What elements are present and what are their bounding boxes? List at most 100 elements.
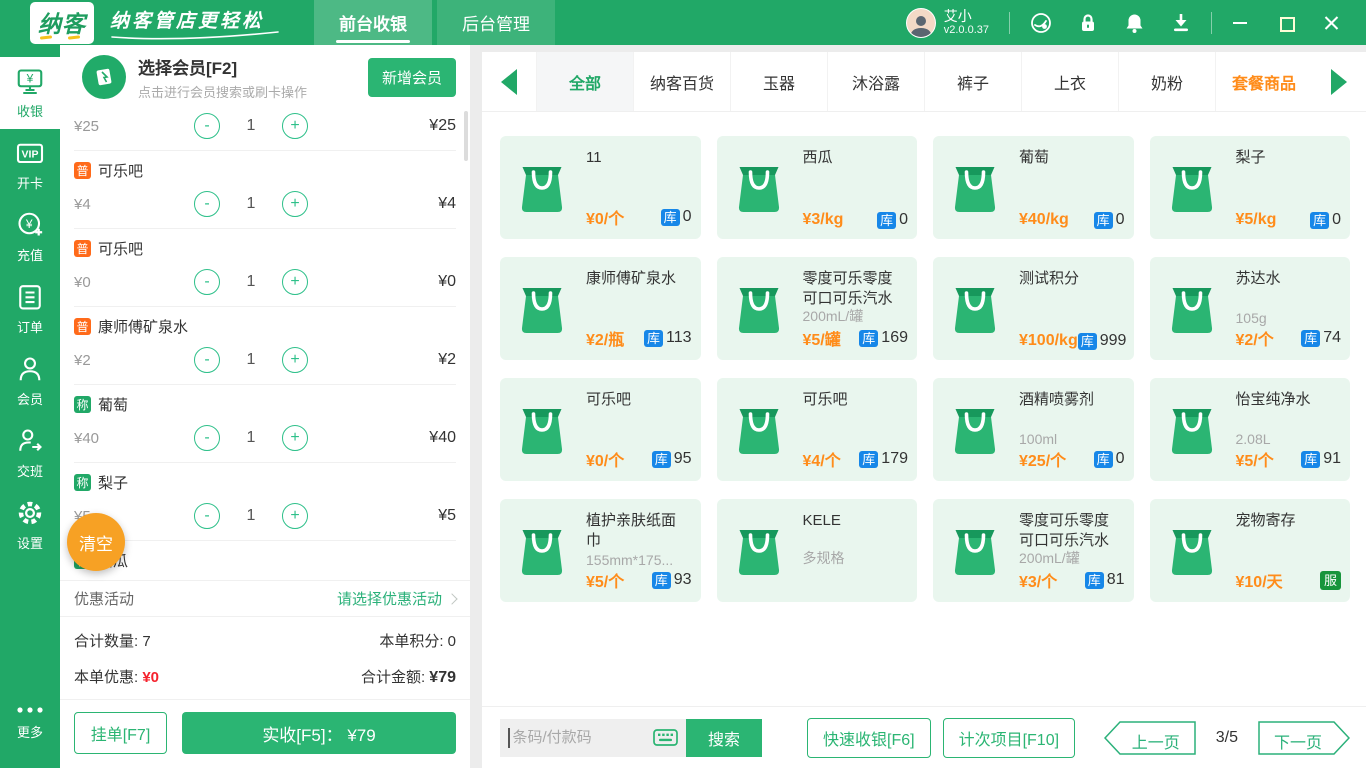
product-card[interactable]: 测试积分 ¥100/kg库999 (933, 257, 1134, 360)
category-tab[interactable]: 上衣 (1021, 52, 1118, 111)
qty-value: 1 (244, 117, 258, 135)
product-card[interactable]: 零度可乐零度可口可乐汽水 200mL/罐 ¥3/个库81 (933, 499, 1134, 602)
category-next-arrow[interactable] (1312, 52, 1366, 111)
logo-accent (68, 35, 80, 39)
product-card[interactable]: 苏达水 105g ¥2/个库74 (1150, 257, 1351, 360)
sidebar-item-open-card[interactable]: VIP 开卡 (0, 129, 60, 201)
qty-minus-button[interactable]: - (194, 269, 220, 295)
product-card[interactable]: 可乐吧 ¥0/个库95 (500, 378, 701, 481)
item-total: ¥0 (438, 273, 456, 291)
category-prev-arrow[interactable] (482, 52, 536, 111)
product-name: 宠物寄存 (1236, 511, 1341, 531)
qty-plus-button[interactable]: + (282, 269, 308, 295)
product-card[interactable]: 梨子 ¥5/kg库0 (1150, 136, 1351, 239)
stock-count: 91 (1323, 450, 1341, 468)
category-tab[interactable]: 裤子 (924, 52, 1021, 111)
category-tab[interactable]: 纳客百货 (633, 52, 730, 111)
stock-count: 113 (666, 329, 692, 347)
service-badge: 服 (1320, 571, 1341, 590)
pay-button[interactable]: 实收[F5]： ¥79 (182, 712, 456, 754)
qty-plus-button[interactable]: + (282, 503, 308, 529)
product-card[interactable]: 葡萄 ¥40/kg库0 (933, 136, 1134, 239)
category-tab[interactable]: 沐浴露 (827, 52, 924, 111)
lock-icon[interactable] (1078, 12, 1098, 34)
qty-minus-button[interactable]: - (194, 113, 220, 139)
promo-label: 优惠活动 (74, 588, 134, 609)
item-type-badge: 普 (74, 240, 91, 257)
barcode-input[interactable] (513, 729, 631, 746)
product-card[interactable]: KELE 多规格 (717, 499, 918, 602)
product-spec: 100ml (1019, 431, 1126, 447)
product-card[interactable]: 康师傅矿泉水 ¥2/瓶库113 (500, 257, 701, 360)
shopping-bag-icon (1163, 400, 1221, 463)
qty-plus-button[interactable]: + (282, 191, 308, 217)
prev-page-button[interactable]: 上一页 (1104, 721, 1196, 755)
stock-count: 169 (881, 329, 908, 347)
product-card[interactable]: 植护亲肤纸面巾 155mm*175... ¥5/个库93 (500, 499, 701, 602)
close-icon[interactable] (1324, 15, 1340, 31)
product-name: 酒精喷雾剂 (1019, 390, 1124, 410)
sidebar-item-shift[interactable]: 交班 (0, 417, 60, 489)
maximize-icon[interactable] (1278, 15, 1294, 31)
minimize-icon[interactable] (1232, 15, 1248, 31)
product-card[interactable]: 零度可乐零度可口可乐汽水 200mL/罐 ¥5/罐库169 (717, 257, 918, 360)
qty-plus-button[interactable]: + (282, 425, 308, 451)
item-price: ¥4 (74, 196, 160, 213)
summary-total: 合计金额: ¥79 (265, 666, 456, 687)
shopping-bag-icon (730, 158, 788, 221)
sidebar-item-settings[interactable]: 设置 (0, 489, 60, 561)
product-price: ¥5/个 (586, 568, 624, 592)
sidebar-item-members[interactable]: 会员 (0, 345, 60, 417)
shopping-bag-icon (1163, 158, 1221, 221)
sidebar-item-orders[interactable]: 订单 (0, 273, 60, 345)
sidebar-item-recharge[interactable]: ¥ 充值 (0, 201, 60, 273)
category-tab-all[interactable]: 全部 (536, 52, 633, 111)
qty-minus-button[interactable]: - (194, 503, 220, 529)
keyboard-icon[interactable] (653, 729, 678, 746)
item-type-badge: 称 (74, 396, 91, 413)
product-spec: 200mL/罐 (803, 306, 910, 326)
quick-cashier-button[interactable]: 快速收银[F6] (807, 718, 931, 758)
qty-plus-button[interactable]: + (282, 113, 308, 139)
hold-order-button[interactable]: 挂单[F7] (74, 712, 167, 754)
product-card[interactable]: 宠物寄存 ¥10/天服 (1150, 499, 1351, 602)
sidebar-item-more[interactable]: 更多 (0, 686, 60, 758)
qty-minus-button[interactable]: - (194, 191, 220, 217)
search-button[interactable]: 搜索 (686, 719, 762, 757)
product-spec: 105g (1236, 310, 1343, 326)
product-card[interactable]: 11 ¥0/个库0 (500, 136, 701, 239)
download-icon[interactable] (1171, 12, 1191, 34)
stock-badge: 库 (661, 209, 680, 226)
qty-minus-button[interactable]: - (194, 425, 220, 451)
select-member-title: 选择会员[F2] (138, 54, 307, 79)
product-card[interactable]: 酒精喷雾剂 100ml ¥25/个库0 (933, 378, 1134, 481)
text-caret (508, 728, 510, 748)
select-member-area[interactable]: 选择会员[F2] 点击进行会员搜索或刷卡操作 新增会员 (60, 45, 470, 109)
category-tab[interactable]: 玉器 (730, 52, 827, 111)
item-name: 梨子 (98, 472, 128, 493)
tab-front-cashier[interactable]: 前台收银 (314, 0, 432, 45)
bell-icon[interactable] (1124, 12, 1145, 34)
divider (1211, 12, 1212, 34)
barcode-field[interactable] (500, 719, 686, 757)
clear-cart-button[interactable]: 清空 (67, 513, 125, 571)
support-icon[interactable] (1030, 12, 1052, 34)
add-member-button[interactable]: 新增会员 (368, 58, 456, 97)
count-items-button[interactable]: 计次项目[F10] (943, 718, 1075, 758)
select-promo-link[interactable]: 请选择优惠活动 (337, 588, 456, 609)
sidebar-item-cashier[interactable]: ¥ 收银 (0, 57, 60, 129)
shopping-bag-icon (730, 521, 788, 584)
product-card[interactable]: 西瓜 ¥3/kg库0 (717, 136, 918, 239)
category-tab[interactable]: 奶粉 (1118, 52, 1215, 111)
product-card[interactable]: 可乐吧 ¥4/个库179 (717, 378, 918, 481)
tab-back-admin[interactable]: 后台管理 (437, 0, 555, 45)
qty-plus-button[interactable]: + (282, 347, 308, 373)
product-card[interactable]: 怡宝纯净水 2.08L ¥5/个库91 (1150, 378, 1351, 481)
cart-scrollbar[interactable] (464, 111, 468, 161)
qty-minus-button[interactable]: - (194, 347, 220, 373)
avatar[interactable] (906, 8, 936, 38)
page-indicator: 3/5 (1216, 729, 1238, 747)
summary-discount: 本单优惠: ¥0 (74, 666, 265, 687)
category-tab-combo[interactable]: 套餐商品 (1215, 52, 1312, 111)
next-page-button[interactable]: 下一页 (1258, 721, 1350, 755)
